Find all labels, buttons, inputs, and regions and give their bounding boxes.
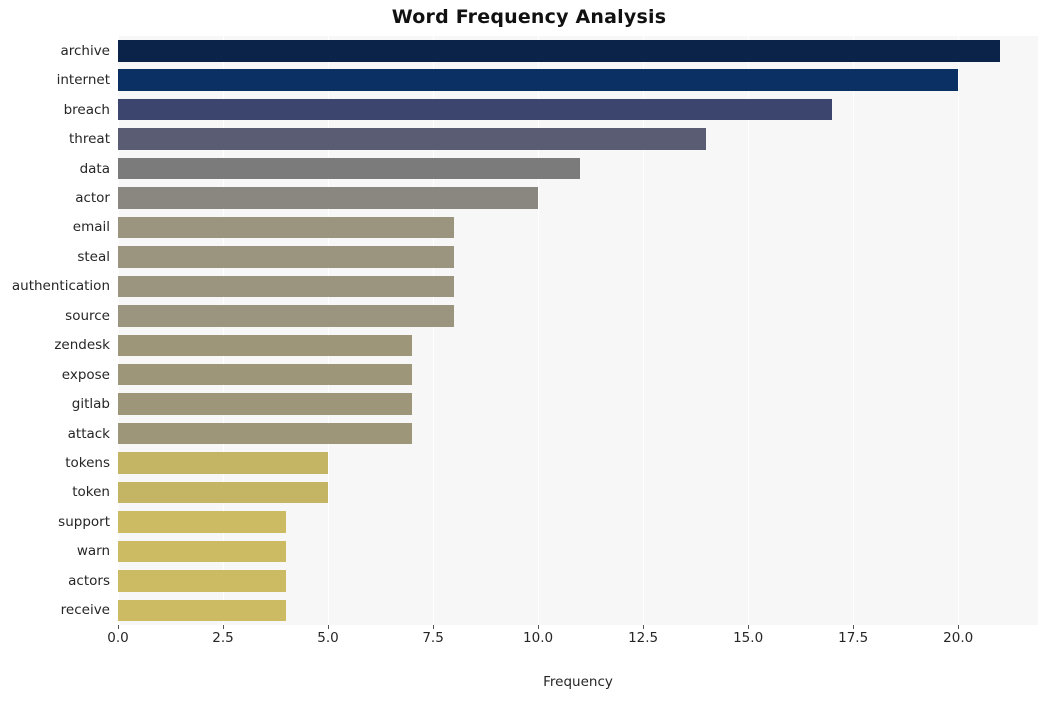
y-tick-label-threat: threat [69, 131, 110, 148]
x-tick-label-15.0: 15.0 [733, 630, 764, 646]
bar-attack[interactable] [118, 422, 413, 445]
bar-gitlab[interactable] [118, 393, 413, 415]
bar-zendesk[interactable] [118, 334, 413, 356]
x-tick-mark [853, 625, 855, 629]
y-tick-label-warn: warn [76, 543, 110, 560]
bar-row [118, 419, 1038, 448]
x-tick-label-12.5: 12.5 [628, 630, 659, 646]
y-tick-label-actors: actors [68, 572, 110, 589]
x-tick-label-7.5: 7.5 [422, 630, 444, 646]
bar-row [118, 213, 1038, 242]
bar-row [118, 448, 1038, 477]
bar-row [118, 566, 1038, 595]
y-tick-label-support: support [58, 513, 110, 530]
y-tick-label-email: email [72, 219, 110, 236]
y-tick-label-authentication: authentication [11, 278, 110, 295]
bar-threat[interactable] [118, 128, 707, 150]
bar-row [118, 272, 1038, 301]
plot-area [118, 36, 1038, 625]
x-tick-mark [643, 625, 645, 629]
y-tick-label-internet: internet [56, 72, 110, 89]
y-tick-label-source: source [65, 307, 110, 324]
bar-steal[interactable] [118, 246, 455, 268]
y-tick-label-actor: actor [75, 189, 110, 206]
bar-row [118, 65, 1038, 94]
bar-row [118, 242, 1038, 271]
bar-support[interactable] [118, 511, 287, 533]
x-tick-mark [958, 625, 960, 629]
x-tick-label-2.5: 2.5 [212, 630, 234, 646]
bar-actor[interactable] [118, 187, 539, 209]
bar-source[interactable] [118, 305, 455, 327]
x-tick-label-17.5: 17.5 [838, 630, 869, 646]
y-tick-label-token: token [72, 484, 110, 501]
bar-row [118, 124, 1038, 153]
bar-archive[interactable] [118, 40, 1001, 62]
bar-email[interactable] [118, 216, 455, 239]
x-tick-label-0.0: 0.0 [107, 630, 129, 646]
x-tick-mark [538, 625, 540, 629]
x-tick-mark [433, 625, 435, 629]
bar-tokens[interactable] [118, 452, 329, 474]
chart-figure: Word Frequency Analysis archive internet b… [0, 0, 1058, 701]
bar-expose[interactable] [118, 363, 413, 386]
bar-row [118, 537, 1038, 566]
bar-token[interactable] [118, 481, 329, 504]
bar-row [118, 331, 1038, 360]
x-tick-mark [118, 625, 119, 629]
y-tick-label-attack: attack [67, 425, 110, 442]
y-tick-label-gitlab: gitlab [71, 396, 110, 413]
y-tick-label-receive: receive [60, 602, 110, 619]
bar-warn[interactable] [118, 540, 287, 563]
chart-title: Word Frequency Analysis [391, 6, 667, 28]
bar-internet[interactable] [118, 69, 959, 91]
y-tick-label-tokens: tokens [65, 455, 110, 472]
y-tick-label-archive: archive [60, 42, 110, 59]
bar-row [118, 95, 1038, 124]
bar-row [118, 478, 1038, 507]
x-tick-mark [748, 625, 750, 629]
bar-data[interactable] [118, 157, 581, 180]
bar-row [118, 507, 1038, 536]
bar-row [118, 389, 1038, 418]
bar-receive[interactable] [118, 599, 287, 622]
bar-row [118, 154, 1038, 183]
y-tick-label-breach: breach [63, 101, 110, 118]
x-tick-mark [328, 625, 330, 629]
x-axis-label: Frequency [543, 674, 613, 690]
y-tick-label-zendesk: zendesk [54, 337, 110, 354]
bar-row [118, 301, 1038, 330]
x-tick-label-10.0: 10.0 [523, 630, 554, 646]
bar-row [118, 596, 1038, 625]
bar-breach[interactable] [118, 98, 833, 121]
y-tick-label-data: data [79, 160, 110, 177]
bar-row [118, 36, 1038, 65]
bar-actors[interactable] [118, 570, 287, 592]
x-tick-label-5.0: 5.0 [317, 630, 339, 646]
y-tick-label-steal: steal [77, 248, 110, 265]
bar-row [118, 183, 1038, 212]
x-tick-mark [223, 625, 225, 629]
bar-row [118, 360, 1038, 389]
x-tick-label-20.0: 20.0 [943, 630, 974, 646]
y-tick-label-expose: expose [61, 366, 110, 383]
bar-authentication[interactable] [118, 275, 455, 298]
